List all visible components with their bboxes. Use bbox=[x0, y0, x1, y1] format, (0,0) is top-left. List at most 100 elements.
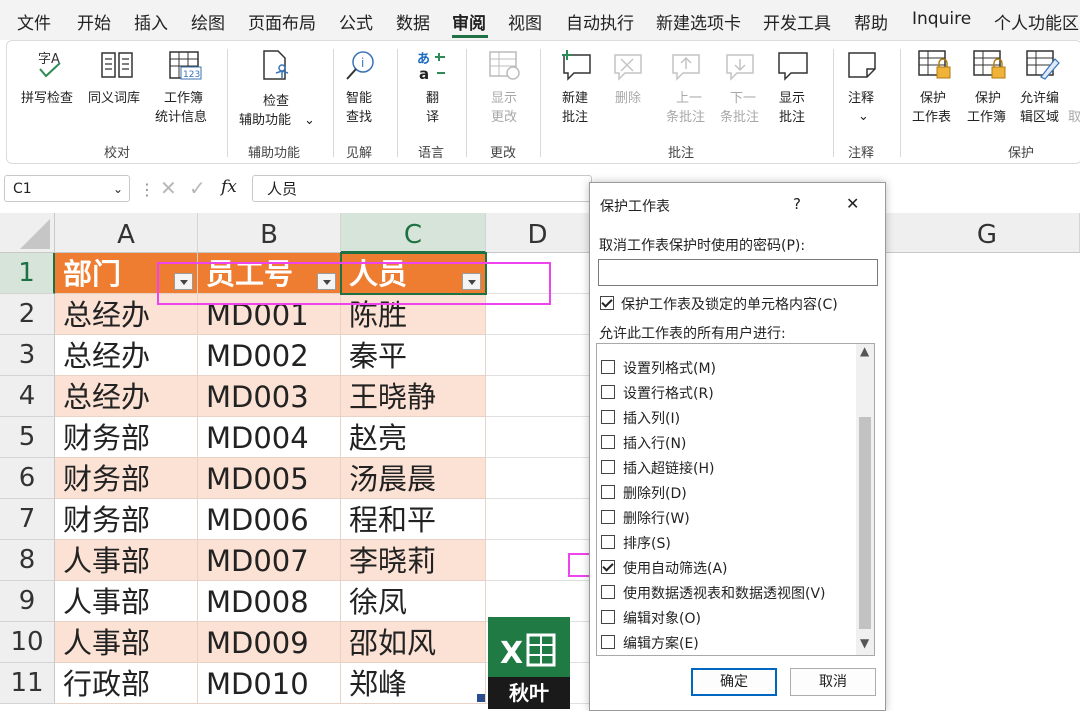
table-cell[interactable]: MD005 bbox=[198, 458, 341, 499]
permissions-scrollbar[interactable]: ▲ ▼ bbox=[856, 344, 874, 655]
quick-analysis-icon[interactable] bbox=[477, 694, 485, 702]
empty-cell[interactable] bbox=[486, 417, 590, 458]
tab-page-layout[interactable]: 页面布局 bbox=[248, 9, 316, 34]
protect-contents-checkbox[interactable] bbox=[600, 296, 614, 310]
table-cell[interactable]: MD004 bbox=[198, 417, 341, 458]
empty-cell[interactable] bbox=[486, 335, 590, 376]
permission-checkbox[interactable] bbox=[601, 510, 615, 524]
table-cell[interactable]: 人事部 bbox=[55, 540, 198, 581]
permission-checkbox[interactable] bbox=[601, 385, 615, 399]
chevron-down-icon: ⌄ bbox=[304, 113, 315, 128]
table-cell[interactable]: 汤晨晨 bbox=[341, 458, 486, 499]
table-cell[interactable]: MD006 bbox=[198, 499, 341, 540]
empty-cell[interactable] bbox=[486, 458, 590, 499]
permission-checkbox[interactable] bbox=[601, 460, 615, 474]
tab-developer[interactable]: 开发工具 bbox=[763, 9, 831, 34]
table-cell[interactable]: MD003 bbox=[198, 376, 341, 417]
permission-checkbox[interactable] bbox=[601, 560, 615, 574]
table-cell[interactable]: 人事部 bbox=[55, 622, 198, 663]
table-cell[interactable]: 秦平 bbox=[341, 335, 486, 376]
permission-checkbox[interactable] bbox=[601, 635, 615, 649]
table-cell[interactable]: 财务部 bbox=[55, 458, 198, 499]
group-label-comments: 批注 bbox=[668, 146, 695, 161]
empty-cell[interactable] bbox=[486, 581, 590, 622]
tab-file[interactable]: 文件 bbox=[17, 9, 51, 34]
column-header-d[interactable]: D bbox=[486, 213, 590, 253]
tab-formulas[interactable]: 公式 bbox=[339, 9, 373, 34]
row-header[interactable]: 1 bbox=[0, 253, 55, 294]
table-cell[interactable]: MD008 bbox=[198, 581, 341, 622]
scroll-down-icon[interactable]: ▼ bbox=[860, 636, 869, 650]
table-cell[interactable]: MD007 bbox=[198, 540, 341, 581]
table-cell[interactable]: MD009 bbox=[198, 622, 341, 663]
row-header[interactable]: 2 bbox=[0, 294, 55, 335]
permission-checkbox[interactable] bbox=[601, 435, 615, 449]
column-header-a[interactable]: A bbox=[55, 213, 198, 253]
table-cell[interactable]: 郑峰 bbox=[341, 663, 486, 704]
table-cell[interactable]: 总经办 bbox=[55, 335, 198, 376]
group-separator bbox=[900, 49, 901, 157]
row-header[interactable]: 11 bbox=[0, 663, 55, 704]
group-label-changes: 更改 bbox=[490, 146, 517, 161]
tab-personal-ribbon[interactable]: 个人功能区 bbox=[994, 9, 1079, 34]
password-input[interactable] bbox=[598, 259, 878, 286]
formula-input[interactable]: 人员 bbox=[252, 175, 592, 202]
permission-checkbox[interactable] bbox=[601, 485, 615, 499]
close-icon[interactable]: ✕ bbox=[846, 194, 859, 213]
tab-help[interactable]: 帮助 bbox=[854, 9, 888, 34]
tab-data[interactable]: 数据 bbox=[396, 9, 430, 34]
tab-insert[interactable]: 插入 bbox=[134, 9, 168, 34]
insert-function-icon[interactable]: fx bbox=[221, 177, 237, 197]
ok-button[interactable]: 确定 bbox=[691, 668, 777, 696]
row-header[interactable]: 3 bbox=[0, 335, 55, 376]
column-header-b[interactable]: B bbox=[198, 213, 341, 253]
table-cell[interactable]: 财务部 bbox=[55, 417, 198, 458]
empty-cell[interactable] bbox=[486, 499, 590, 540]
tab-review[interactable]: 审阅 bbox=[452, 9, 486, 34]
permission-checkbox[interactable] bbox=[601, 535, 615, 549]
tab-inquire[interactable]: Inquire bbox=[912, 9, 971, 29]
permission-checkbox[interactable] bbox=[601, 410, 615, 424]
row-header[interactable]: 6 bbox=[0, 458, 55, 499]
table-cell[interactable]: 王晓静 bbox=[341, 376, 486, 417]
table-cell[interactable]: 人事部 bbox=[55, 581, 198, 622]
row-header[interactable]: 10 bbox=[0, 622, 55, 663]
cancel-icon[interactable]: ✕ bbox=[160, 176, 177, 200]
table-cell[interactable]: 邵如风 bbox=[341, 622, 486, 663]
cancel-button[interactable]: 取消 bbox=[790, 668, 876, 696]
scrollbar-thumb[interactable] bbox=[859, 417, 871, 629]
column-header-c[interactable]: C bbox=[341, 213, 486, 253]
table-cell[interactable]: 财务部 bbox=[55, 499, 198, 540]
table-cell[interactable]: 赵亮 bbox=[341, 417, 486, 458]
permission-checkbox[interactable] bbox=[601, 610, 615, 624]
tab-new-tab[interactable]: 新建选项卡 bbox=[656, 9, 741, 34]
table-cell[interactable]: 总经办 bbox=[55, 376, 198, 417]
table-cell[interactable]: 程和平 bbox=[341, 499, 486, 540]
permission-checkbox[interactable] bbox=[601, 585, 615, 599]
table-cell[interactable]: 李晓莉 bbox=[341, 540, 486, 581]
table-cell[interactable]: MD010 bbox=[198, 663, 341, 704]
scroll-up-icon[interactable]: ▲ bbox=[860, 344, 869, 358]
row-header[interactable]: 7 bbox=[0, 499, 55, 540]
tab-draw[interactable]: 绘图 bbox=[191, 9, 225, 34]
column-header-g[interactable]: G bbox=[922, 213, 1052, 253]
row-header[interactable]: 9 bbox=[0, 581, 55, 622]
row-header[interactable]: 4 bbox=[0, 376, 55, 417]
help-button[interactable]: ? bbox=[793, 195, 801, 213]
tab-home[interactable]: 开始 bbox=[77, 9, 111, 34]
lightbulb-search-icon: i bbox=[346, 51, 374, 80]
permission-checkbox[interactable] bbox=[601, 360, 615, 374]
row-header[interactable]: 5 bbox=[0, 417, 55, 458]
table-cell[interactable]: MD002 bbox=[198, 335, 341, 376]
select-all-corner[interactable] bbox=[0, 213, 55, 253]
enter-icon[interactable]: ✓ bbox=[189, 176, 206, 200]
new-comment-icon bbox=[562, 50, 591, 81]
empty-cell[interactable] bbox=[486, 376, 590, 417]
name-box[interactable]: C1 ⌄ bbox=[4, 175, 130, 202]
permissions-list[interactable]: 设置列格式(M) 设置行格式(R) 插入列(I) 插入行(N) 插入超链接(H) 删除列(… bbox=[596, 343, 875, 656]
tab-view[interactable]: 视图 bbox=[508, 9, 542, 34]
table-cell[interactable]: 徐凤 bbox=[341, 581, 486, 622]
row-header[interactable]: 8 bbox=[0, 540, 55, 581]
table-cell[interactable]: 行政部 bbox=[55, 663, 198, 704]
tab-automate[interactable]: 自动执行 bbox=[566, 9, 634, 34]
